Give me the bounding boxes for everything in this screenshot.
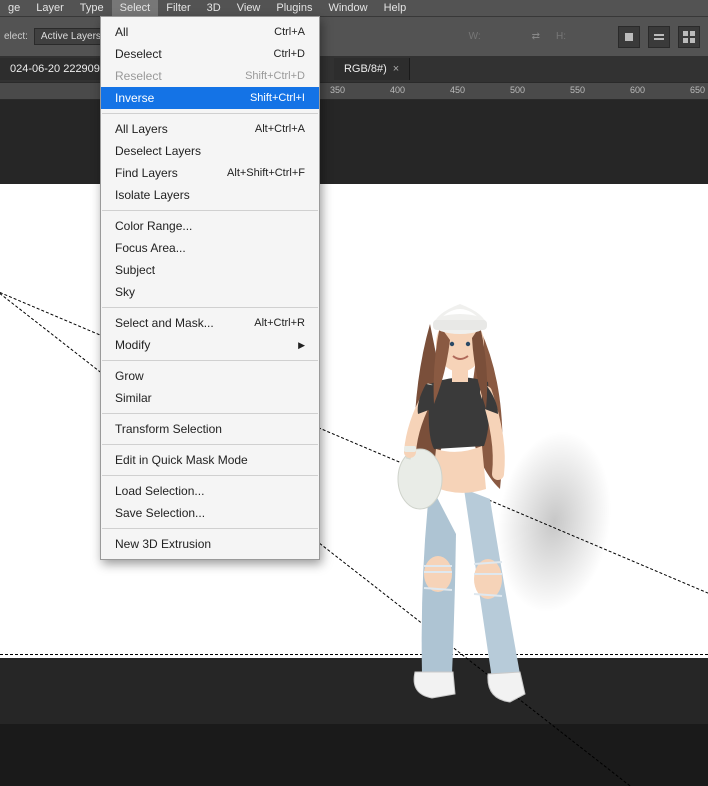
menu-item-shortcut: Alt+Shift+Ctrl+F: [227, 167, 305, 179]
menu-3d[interactable]: 3D: [199, 0, 229, 16]
mode-icon[interactable]: [678, 26, 700, 48]
ruler-tick: 500: [510, 85, 525, 95]
menu-separator: [102, 210, 318, 211]
menu-item-label: New 3D Extrusion: [115, 537, 211, 551]
close-icon[interactable]: ×: [393, 63, 399, 75]
menu-separator: [102, 307, 318, 308]
menu-item-label: Select and Mask...: [115, 316, 214, 330]
menu-item-label: Isolate Layers: [115, 188, 190, 202]
menubar: geLayerTypeSelectFilter3DViewPluginsWind…: [0, 0, 708, 16]
menu-item-label: Similar: [115, 391, 152, 405]
ruler-tick: 650: [690, 85, 705, 95]
menu-filter[interactable]: Filter: [158, 0, 198, 16]
menu-item-label: Find Layers: [115, 166, 178, 180]
menu-item-label: All: [115, 25, 128, 39]
ruler-tick: 450: [450, 85, 465, 95]
menu-item-select-and-mask[interactable]: Select and Mask... Alt+Ctrl+R: [101, 312, 319, 334]
menu-item-label: Save Selection...: [115, 506, 205, 520]
menu-item-deselect[interactable]: Deselect Ctrl+D: [101, 43, 319, 65]
menu-plugins[interactable]: Plugins: [268, 0, 320, 16]
menu-item-focus-area[interactable]: Focus Area...: [101, 237, 319, 259]
menu-item-label: Subject: [115, 263, 155, 277]
document-tab-mode-text: RGB/8#): [344, 63, 387, 75]
menu-item-grow[interactable]: Grow: [101, 365, 319, 387]
menu-item-all[interactable]: All Ctrl+A: [101, 21, 319, 43]
select-combo[interactable]: Active Layers: [34, 28, 108, 45]
menu-item-shortcut: Shift+Ctrl+D: [245, 70, 305, 82]
menu-item-shortcut: Alt+Ctrl+R: [254, 317, 305, 329]
menu-item-inverse[interactable]: Inverse Shift+Ctrl+I: [101, 87, 319, 109]
menu-item-color-range[interactable]: Color Range...: [101, 215, 319, 237]
ruler-tick: 350: [330, 85, 345, 95]
menu-item-label: Transform Selection: [115, 422, 222, 436]
menu-help[interactable]: Help: [376, 0, 415, 16]
menu-separator: [102, 444, 318, 445]
menu-item-label: Sky: [115, 285, 135, 299]
ruler-tick: 550: [570, 85, 585, 95]
w-label: W:: [460, 31, 490, 42]
menu-view[interactable]: View: [229, 0, 269, 16]
menu-item-sky[interactable]: Sky: [101, 281, 319, 303]
menu-item-label: Deselect Layers: [115, 144, 201, 158]
menu-item-label: Grow: [115, 369, 144, 383]
menu-item-new-3d-extrusion[interactable]: New 3D Extrusion: [101, 533, 319, 555]
document-tab-mode[interactable]: RGB/8#) ×: [334, 58, 410, 80]
submenu-arrow-icon: ▶: [298, 340, 305, 351]
menu-item-label: Modify: [115, 338, 150, 352]
menu-item-all-layers[interactable]: All Layers Alt+Ctrl+A: [101, 118, 319, 140]
menu-item-shortcut: Shift+Ctrl+I: [250, 92, 305, 104]
ruler-tick: 600: [630, 85, 645, 95]
align-icon-1[interactable]: [618, 26, 640, 48]
menu-item-modify[interactable]: Modify ▶: [101, 334, 319, 356]
menu-item-label: Reselect: [115, 69, 162, 83]
menu-item-label: All Layers: [115, 122, 168, 136]
menu-type[interactable]: Type: [72, 0, 112, 16]
menu-layer[interactable]: Layer: [28, 0, 72, 16]
menu-item-label: Deselect: [115, 47, 162, 61]
menu-separator: [102, 113, 318, 114]
link-icon[interactable]: ⇄: [532, 31, 540, 42]
menu-item-load-selection[interactable]: Load Selection...: [101, 480, 319, 502]
document-tab-title: 024-06-20 222909.: [10, 63, 103, 75]
menu-item-shortcut: Alt+Ctrl+A: [255, 123, 305, 135]
document-tab[interactable]: 024-06-20 222909.: [0, 58, 114, 80]
menu-item-edit-in-quick-mask-mode[interactable]: Edit in Quick Mask Mode: [101, 449, 319, 471]
menu-item-label: Focus Area...: [115, 241, 186, 255]
menu-ge[interactable]: ge: [0, 0, 28, 16]
menu-item-find-layers[interactable]: Find Layers Alt+Shift+Ctrl+F: [101, 162, 319, 184]
menu-item-reselect: Reselect Shift+Ctrl+D: [101, 65, 319, 87]
menu-item-deselect-layers[interactable]: Deselect Layers: [101, 140, 319, 162]
menu-item-transform-selection[interactable]: Transform Selection: [101, 418, 319, 440]
menu-item-shortcut: Ctrl+A: [274, 26, 305, 38]
menu-separator: [102, 413, 318, 414]
menu-separator: [102, 528, 318, 529]
menu-item-similar[interactable]: Similar: [101, 387, 319, 409]
menu-item-label: Color Range...: [115, 219, 192, 233]
menu-item-isolate-layers[interactable]: Isolate Layers: [101, 184, 319, 206]
align-icon-2[interactable]: [648, 26, 670, 48]
menu-item-shortcut: Ctrl+D: [274, 48, 305, 60]
menu-select[interactable]: Select: [112, 0, 159, 16]
menu-item-save-selection[interactable]: Save Selection...: [101, 502, 319, 524]
menu-item-label: Load Selection...: [115, 484, 204, 498]
select-menu-dropdown: All Ctrl+A Deselect Ctrl+D Reselect Shift+Ctr…: [100, 16, 320, 560]
h-label: H:: [546, 31, 576, 42]
menu-item-subject[interactable]: Subject: [101, 259, 319, 281]
menu-window[interactable]: Window: [320, 0, 375, 16]
menu-separator: [102, 475, 318, 476]
select-label: elect:: [4, 31, 28, 42]
ruler-tick: 400: [390, 85, 405, 95]
menu-separator: [102, 360, 318, 361]
menu-item-label: Inverse: [115, 91, 154, 105]
girl-illustration: [360, 274, 560, 724]
menu-item-label: Edit in Quick Mask Mode: [115, 453, 248, 467]
